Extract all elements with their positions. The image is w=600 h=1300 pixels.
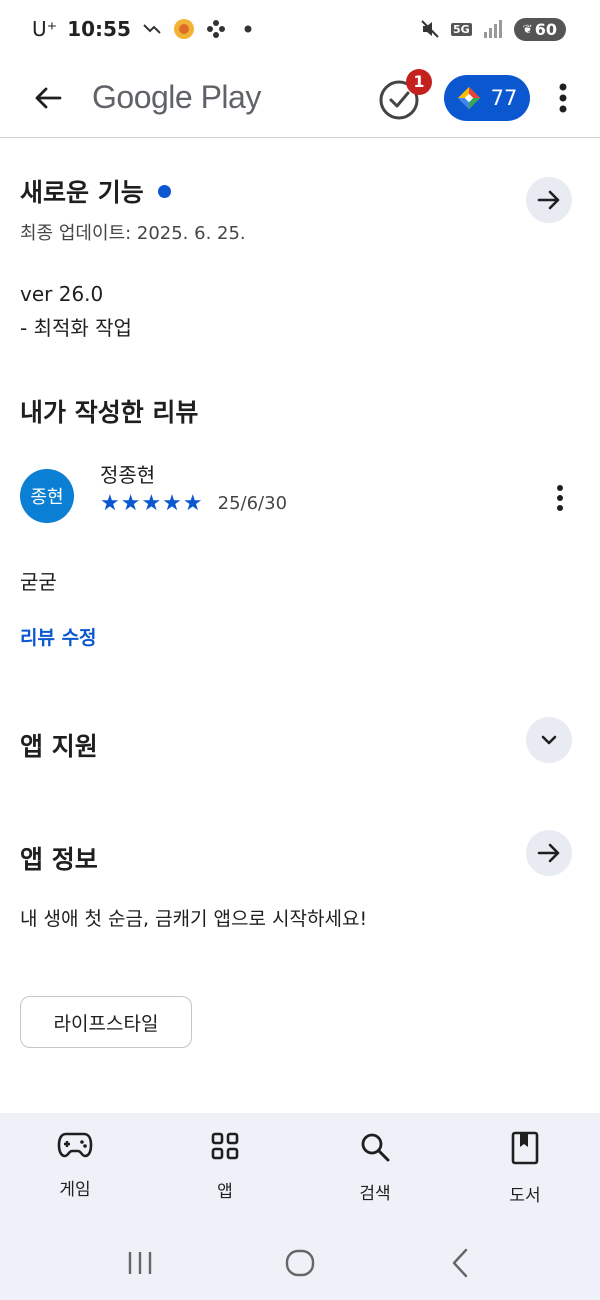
back-button[interactable] — [28, 78, 68, 118]
network-type: 5G — [450, 22, 472, 36]
clock: 10:55 — [67, 17, 131, 41]
app-support-expand-button[interactable] — [526, 717, 572, 763]
system-navigation-bar — [0, 1225, 600, 1300]
nav-label-apps: 앱 — [217, 1182, 233, 1202]
whats-new-section: 새로운 기능 최종 업데이트: 2025. 6. 25. ver 26.0 - … — [20, 173, 580, 340]
chevron-left-icon — [452, 1248, 468, 1277]
home-button[interactable] — [280, 1243, 320, 1283]
book-icon — [511, 1131, 539, 1165]
status-bar: U⁺ 10:55 5G ❦ 60 — [0, 0, 600, 58]
review-meta: ★★★★★ 25/6/30 — [100, 491, 287, 516]
recent-apps-button[interactable] — [120, 1243, 160, 1283]
notification-badge: 1 — [406, 68, 432, 95]
reviewer-name: 정종현 — [100, 463, 156, 487]
whats-new-heading: 새로운 기능 — [20, 173, 580, 209]
play-points-diamond-icon — [457, 86, 480, 109]
edit-review-link[interactable]: 리뷰 수정 — [20, 623, 97, 650]
play-points-count: 77 — [490, 85, 518, 110]
last-updated: 최종 업데이트: 2025. 6. 25. — [20, 223, 246, 244]
more-notifications-dot-icon — [237, 18, 259, 40]
missed-call-icon — [141, 18, 163, 40]
flower-icon — [205, 18, 227, 40]
status-right: 5G ❦ 60 — [419, 17, 566, 41]
scroll-content[interactable]: 새로운 기능 최종 업데이트: 2025. 6. 25. ver 26.0 - … — [0, 139, 600, 1114]
star-rating: ★★★★★ — [100, 491, 204, 516]
nav-label-books: 도서 — [509, 1186, 541, 1206]
bottom-navigation: 게임 앱 검색 도서 — [0, 1113, 600, 1225]
version-text: ver 26.0 — [20, 282, 104, 306]
review-date: 25/6/30 — [217, 493, 288, 514]
nav-item-search[interactable]: 검색 — [315, 1131, 435, 1225]
whats-new-arrow-button[interactable] — [526, 177, 572, 223]
app-info-arrow-button[interactable] — [526, 830, 572, 876]
my-review-title: 내가 작성한 리뷰 — [20, 398, 199, 427]
play-points-button[interactable]: 77 — [444, 74, 530, 121]
battery-indicator: ❦ 60 — [513, 17, 566, 41]
search-icon — [361, 1133, 390, 1162]
carrier-label: U⁺ — [32, 17, 58, 41]
battery-level: 60 — [534, 19, 557, 39]
mute-icon — [419, 18, 441, 40]
arrow-right-icon — [537, 843, 560, 863]
apps-grid-icon — [211, 1132, 239, 1160]
app-bar: Google Play 1 77 — [0, 58, 600, 138]
chevron-down-icon — [541, 735, 557, 745]
nav-item-books[interactable]: 도서 — [465, 1131, 585, 1225]
nav-item-apps[interactable]: 앱 — [165, 1131, 285, 1225]
release-notes: - 최적화 작업 — [20, 316, 132, 340]
review-more-button[interactable] — [550, 481, 570, 515]
more-vert-icon — [559, 83, 567, 112]
page-title: Google Play — [92, 79, 261, 115]
app-notification-icon — [173, 18, 195, 40]
avatar: 종현 — [20, 469, 74, 523]
nav-label-search: 검색 — [359, 1184, 391, 1204]
app-description: 내 생애 첫 순금, 금캐기 앱으로 시작하세요! — [20, 908, 368, 930]
status-left: U⁺ 10:55 — [32, 17, 259, 41]
new-indicator-dot — [157, 184, 171, 198]
gamepad-icon — [57, 1132, 93, 1158]
nav-item-games[interactable]: 게임 — [15, 1131, 135, 1225]
signal-icon — [482, 18, 504, 40]
app-info-title: 앱 정보 — [20, 845, 98, 874]
battery-leaf-icon: ❦ — [522, 22, 533, 36]
notifications-button[interactable]: 1 — [378, 68, 432, 121]
more-vert-icon — [557, 485, 563, 511]
recent-apps-icon — [128, 1251, 152, 1274]
home-icon — [285, 1249, 315, 1276]
my-review-section: 내가 작성한 리뷰 종현 정종현 ★★★★★ 25/6/30 굳굳 리뷰 수정 — [20, 393, 580, 663]
review-text: 굳굳 — [20, 570, 57, 594]
app-support-section[interactable]: 앱 지원 — [20, 717, 580, 777]
app-support-title: 앱 지원 — [20, 732, 98, 761]
back-arrow-icon — [35, 87, 62, 108]
system-back-button[interactable] — [440, 1243, 480, 1283]
nav-label-games: 게임 — [59, 1180, 91, 1200]
arrow-right-icon — [537, 190, 560, 210]
overflow-menu-button[interactable] — [546, 75, 580, 121]
category-chip[interactable]: 라이프스타일 — [20, 996, 192, 1048]
whats-new-title: 새로운 기능 — [20, 178, 144, 207]
app-info-section: 앱 정보 내 생애 첫 순금, 금캐기 앱으로 시작하세요! 라이프스타일 — [20, 830, 580, 1060]
